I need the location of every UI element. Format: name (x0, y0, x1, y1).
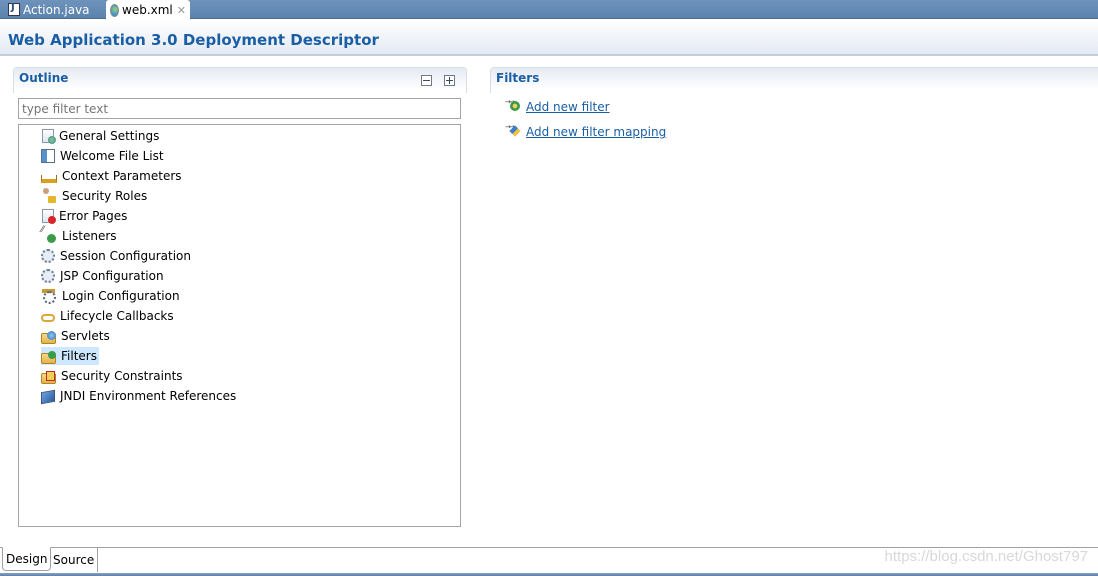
filters-icon (41, 350, 56, 364)
editor-tab-bar: Action.java web.xml ✕ (0, 0, 1098, 20)
outline-tree: General Settings Welcome File List Conte… (18, 124, 461, 527)
tree-item-label: General Settings (59, 129, 160, 143)
tree-item-label: JNDI Environment References (60, 389, 237, 403)
close-icon[interactable]: ✕ (177, 4, 186, 17)
tab-label: Action.java (23, 2, 90, 17)
listeners-icon (41, 225, 57, 244)
add-filter-icon (505, 99, 521, 115)
tree-item-label: Listeners (62, 229, 117, 243)
add-new-filter-mapping-link[interactable]: Add new filter mapping (505, 124, 666, 140)
tree-item-filters[interactable]: Filters (41, 347, 99, 365)
tree-item-login-configuration[interactable]: Login Configuration (41, 287, 182, 305)
tree-item-security-roles[interactable]: Security Roles (41, 187, 149, 205)
security-roles-icon (41, 188, 57, 204)
filters-title: Filters (496, 71, 540, 85)
tree-item-jsp-configuration[interactable]: JSP Configuration (41, 267, 166, 285)
lifecycle-callbacks-icon (41, 314, 55, 322)
servlets-icon (41, 330, 56, 344)
tree-item-general-settings[interactable]: General Settings (41, 127, 161, 145)
tree-item-label: Filters (61, 349, 97, 363)
tree-item-label: Error Pages (59, 209, 128, 223)
page-title: Web Application 3.0 Deployment Descripto… (8, 31, 379, 49)
security-constraints-icon (41, 370, 56, 384)
filters-section: Filters (490, 67, 1098, 93)
tree-item-listeners[interactable]: Listeners (41, 225, 119, 245)
tree-item-label: Welcome File List (60, 149, 164, 163)
tree-item-error-pages[interactable]: Error Pages (41, 207, 129, 225)
collapse-all-icon[interactable] (421, 75, 432, 86)
tree-item-context-parameters[interactable]: Context Parameters (41, 167, 184, 185)
add-filter-mapping-icon (505, 124, 521, 140)
jndi-references-icon (41, 389, 55, 405)
tree-item-security-constraints[interactable]: Security Constraints (41, 367, 185, 385)
tree-item-label: Lifecycle Callbacks (60, 309, 174, 323)
add-new-filter-label[interactable]: Add new filter (526, 100, 610, 114)
tab-web-xml[interactable]: web.xml ✕ (106, 0, 190, 20)
tab-label: web.xml (122, 3, 173, 17)
tree-item-label: JSP Configuration (60, 269, 164, 283)
form-header: Web Application 3.0 Deployment Descripto… (0, 20, 1098, 56)
outline-section: Outline (13, 67, 467, 93)
tab-source[interactable]: Source (50, 548, 99, 572)
tree-item-jndi-references[interactable]: JNDI Environment References (41, 387, 238, 405)
jsp-configuration-icon (41, 269, 55, 283)
tree-item-session-configuration[interactable]: Session Configuration (41, 247, 193, 265)
tree-item-label: Security Roles (62, 189, 148, 203)
java-file-icon (8, 2, 20, 16)
tree-item-label: Servlets (61, 329, 110, 343)
watermark: https://blog.csdn.net/Ghost797 (884, 548, 1088, 565)
filters-header: Filters (491, 68, 1098, 90)
expand-all-icon[interactable] (444, 75, 455, 86)
xml-web-icon (110, 3, 120, 17)
context-parameters-icon (41, 175, 57, 183)
tree-item-welcome-file-list[interactable]: Welcome File List (41, 147, 166, 165)
filter-input[interactable] (18, 98, 461, 119)
tab-design[interactable]: Design (2, 547, 52, 571)
add-new-filter-link[interactable]: Add new filter (505, 99, 610, 115)
tree-item-lifecycle-callbacks[interactable]: Lifecycle Callbacks (41, 307, 176, 325)
tree-item-label: Login Configuration (62, 289, 180, 303)
tree-item-label: Session Configuration (60, 249, 191, 263)
session-configuration-icon (41, 249, 55, 263)
tree-item-label: Context Parameters (62, 169, 182, 183)
login-configuration-icon (41, 288, 57, 304)
general-settings-icon (42, 129, 56, 144)
outline-title: Outline (19, 71, 69, 85)
welcome-file-list-icon (41, 149, 55, 163)
tab-action-java[interactable]: Action.java (4, 0, 94, 19)
add-new-filter-mapping-label[interactable]: Add new filter mapping (526, 125, 666, 139)
tree-item-servlets[interactable]: Servlets (41, 327, 112, 345)
error-pages-icon (42, 209, 56, 224)
tree-item-label: Security Constraints (61, 369, 183, 383)
outline-header: Outline (14, 68, 466, 90)
